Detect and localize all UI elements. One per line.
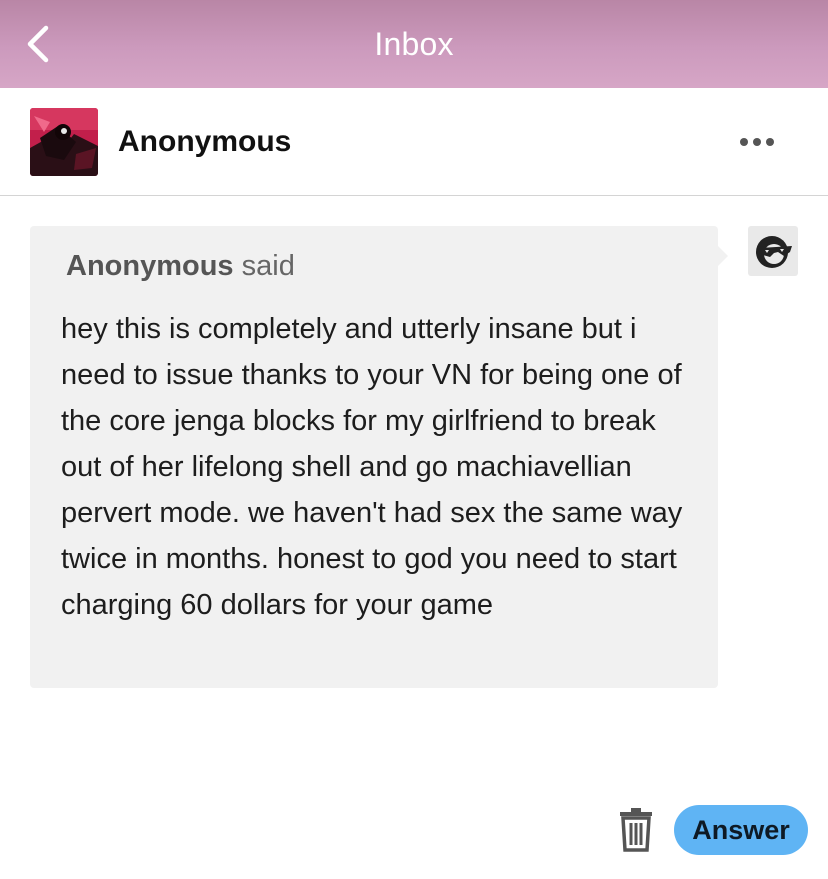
question-text: hey this is completely and utterly insan…	[61, 313, 683, 621]
answer-button[interactable]: Answer	[674, 805, 808, 855]
bubble-tail	[716, 244, 728, 268]
asker-avatar	[748, 226, 798, 276]
page-title: Inbox	[374, 26, 454, 62]
more-dot	[753, 138, 761, 146]
top-navigation-bar: Inbox	[0, 0, 828, 88]
message-header: Anonymous	[0, 88, 828, 196]
asker-name: Anonymous	[66, 250, 234, 282]
more-options-button[interactable]	[740, 130, 786, 154]
asker-line: Anonymous said	[66, 248, 295, 284]
trash-icon	[620, 808, 652, 852]
avatar-image	[30, 108, 98, 176]
ask-message-bubble: Anonymous said hey this is completely an…	[30, 226, 718, 688]
said-word: said	[241, 250, 295, 282]
more-horizontal-icon	[740, 138, 748, 146]
sender-avatar[interactable]	[30, 108, 98, 176]
sunglasses-face-icon	[756, 236, 792, 268]
sender-name[interactable]: Anonymous	[118, 124, 291, 160]
more-dot	[766, 138, 774, 146]
delete-button[interactable]	[618, 808, 654, 852]
